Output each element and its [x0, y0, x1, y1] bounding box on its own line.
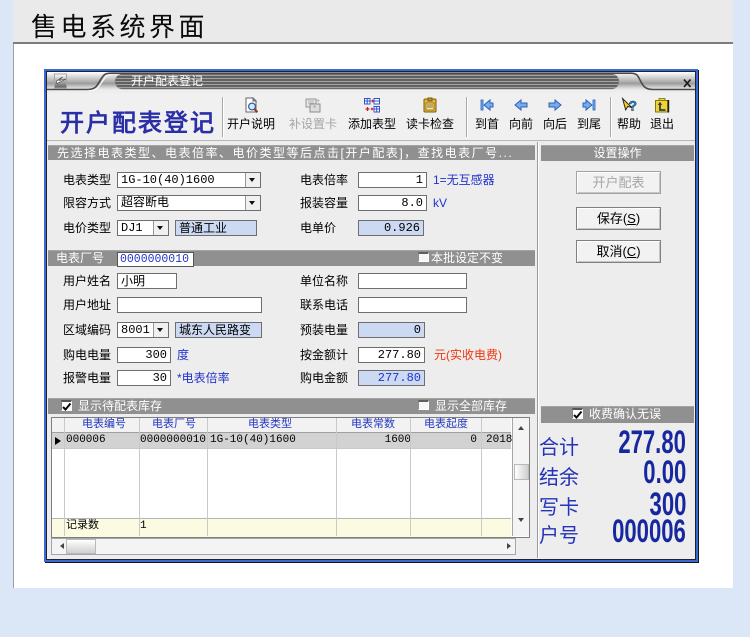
svg-text:?: ? — [629, 98, 638, 114]
svg-text:+: + — [316, 98, 320, 105]
svg-text:*: * — [313, 104, 316, 113]
